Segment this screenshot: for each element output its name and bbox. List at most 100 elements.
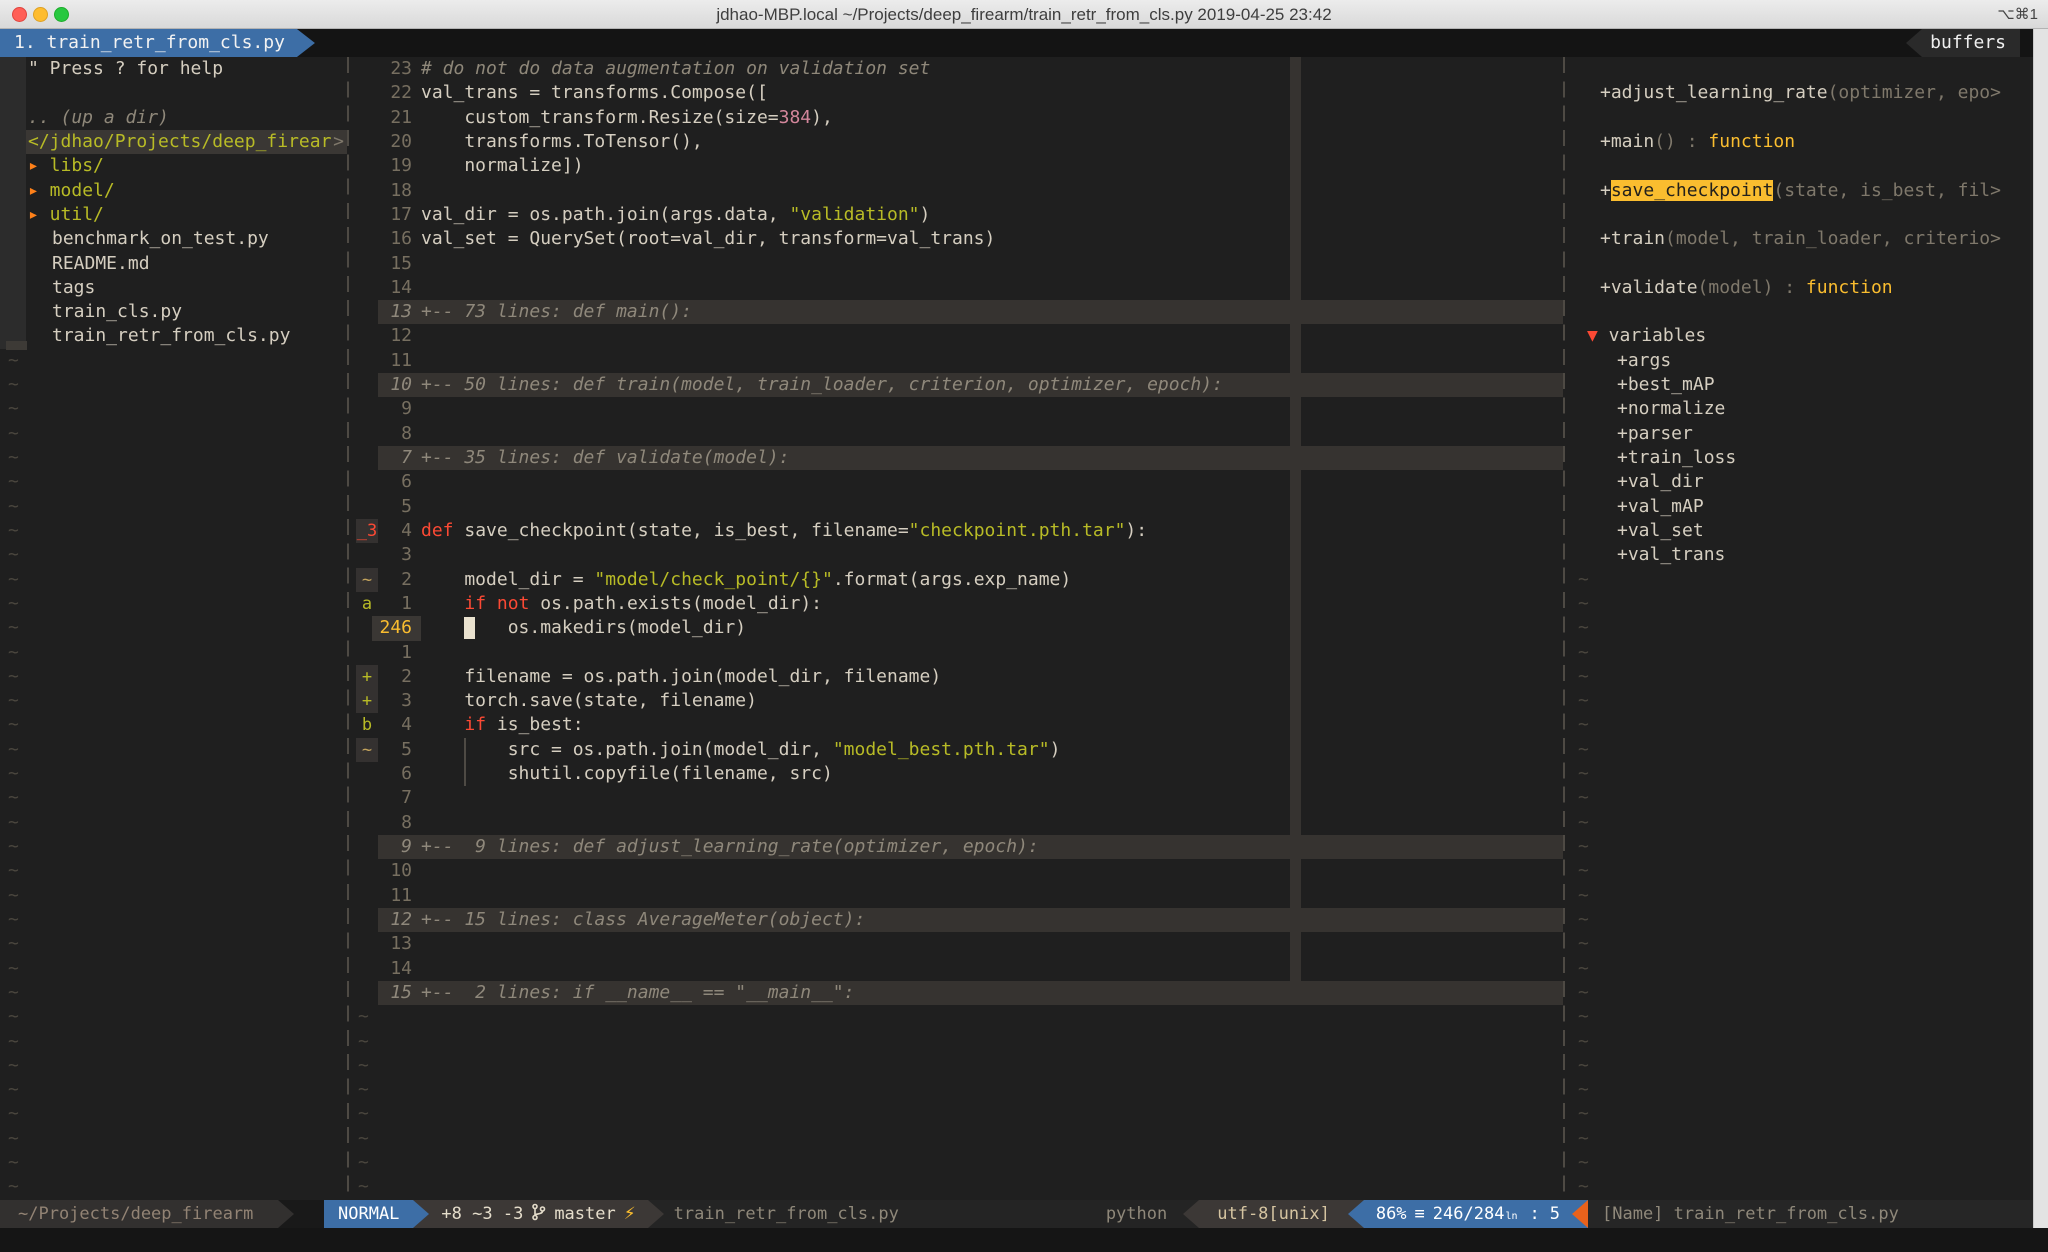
nerdtree-scrollbar[interactable] — [0, 57, 26, 349]
tagbar-tag-item[interactable]: +val_trans — [1576, 543, 2033, 567]
window-separator-right[interactable] — [1563, 57, 1565, 1200]
code-line[interactable]: 1 — [356, 641, 1563, 665]
tree-file-item[interactable]: README.md — [0, 252, 347, 276]
empty-line-tilde: ~ — [1576, 835, 2033, 859]
code-line[interactable]: +3 torch.save(state, filename) — [356, 689, 1563, 713]
gutter-sign: ~ — [356, 738, 378, 762]
code-line[interactable]: 10 — [356, 859, 1563, 883]
empty-line-tilde: ~ — [0, 1175, 347, 1199]
folded-code-line[interactable]: 9+-- 9 lines: def adjust_learning_rate(o… — [356, 835, 1563, 859]
code-line[interactable]: _34def save_checkpoint(state, is_best, f… — [356, 519, 1563, 543]
line-number: 8 — [378, 811, 421, 835]
tagbar-tag-item[interactable]: +adjust_learning_rate(optimizer, epo> — [1576, 81, 2033, 105]
code-line[interactable]: 15 — [356, 252, 1563, 276]
statusline-position-segment: 86% ≡ 246/284 ln : 5 — [1364, 1200, 1572, 1228]
code-line[interactable]: 23# do not do data augmentation on valid… — [356, 57, 1563, 81]
code-line[interactable]: 3 — [356, 543, 1563, 567]
tree-file-item[interactable]: benchmark_on_test.py — [0, 227, 347, 251]
empty-line-tilde: ~ — [1576, 908, 2033, 932]
code-line[interactable]: 17val_dir = os.path.join(args.data, "val… — [356, 203, 1563, 227]
folded-code-line[interactable]: 10+-- 50 lines: def train(model, train_l… — [356, 373, 1563, 397]
code-line[interactable]: 13 — [356, 932, 1563, 956]
tagbar-section-header[interactable]: ▼ variables — [1576, 324, 2033, 348]
code-line[interactable]: 22val_trans = transforms.Compose([ — [356, 81, 1563, 105]
tagbar-tag-item[interactable]: +val_dir — [1576, 470, 2033, 494]
empty-line-tilde: ~ — [1576, 1030, 2033, 1054]
line-number: 15 — [378, 981, 421, 1005]
tagbar-tag-item[interactable]: +best_mAP — [1576, 373, 2033, 397]
tree-dir-item[interactable]: ▸ libs/ — [0, 154, 347, 178]
code-line[interactable]: 11 — [356, 884, 1563, 908]
window-shortcut-badge: ⌥⌘1 — [1997, 0, 2038, 29]
statusline-file-segment: train_retr_from_cls.py python utf-8[unix… — [664, 1200, 2033, 1228]
tagbar-tag-item[interactable]: +args — [1576, 349, 2033, 373]
folded-code-line[interactable]: 13+-- 73 lines: def main(): — [356, 300, 1563, 324]
tree-dir-item[interactable]: ▸ model/ — [0, 179, 347, 203]
column-number: 5 — [1550, 1200, 1560, 1228]
empty-line-tilde: ~ — [0, 519, 347, 543]
tagbar-tag-item[interactable]: +validate(model) : function — [1576, 276, 2033, 300]
empty-line-tilde: ~ — [0, 1127, 347, 1151]
code-line[interactable]: 6 shutil.copyfile(filename, src) — [356, 762, 1563, 786]
empty-line-tilde: ~ — [1576, 884, 2033, 908]
tree-file-item[interactable]: train_cls.py — [0, 300, 347, 324]
code-line[interactable]: 18 — [356, 179, 1563, 203]
code-line[interactable]: 8 — [356, 422, 1563, 446]
tagbar-blank-row — [1576, 203, 2033, 227]
code-line[interactable]: 21 custom_transform.Resize(size=384), — [356, 106, 1563, 130]
line-number: 2 — [378, 568, 421, 592]
code-line[interactable]: ~5 src = os.path.join(model_dir, "model_… — [356, 738, 1563, 762]
folded-code-line[interactable]: 7+-- 35 lines: def validate(model): — [356, 446, 1563, 470]
code-line[interactable]: 14 — [356, 276, 1563, 300]
tagbar-tag-item[interactable]: +train(model, train_loader, criterio> — [1576, 227, 2033, 251]
tagbar-tag-item[interactable]: +val_set — [1576, 519, 2033, 543]
command-line[interactable] — [0, 1228, 2048, 1252]
code-line[interactable]: 19 normalize]) — [356, 154, 1563, 178]
tagbar-tag-item[interactable]: +train_loss — [1576, 446, 2033, 470]
tab-train-retr-from-cls[interactable]: 1. train_retr_from_cls.py — [0, 29, 315, 57]
tree-dir-item[interactable]: ▸ util/ — [0, 203, 347, 227]
window-separator-left[interactable] — [347, 57, 349, 1200]
powerline-arrow-orange-icon — [1572, 1200, 1588, 1228]
empty-line-tilde: ~ — [0, 786, 347, 810]
folded-code-line[interactable]: 12+-- 15 lines: class AverageMeter(objec… — [356, 908, 1563, 932]
code-line[interactable]: 5 — [356, 495, 1563, 519]
tagbar-tag-item[interactable]: +parser — [1576, 422, 2033, 446]
tree-file-item[interactable]: train_retr_from_cls.py — [0, 324, 347, 348]
code-line[interactable]: +2 filename = os.path.join(model_dir, fi… — [356, 665, 1563, 689]
buffers-switcher[interactable]: buffers — [1906, 29, 2020, 57]
code-line[interactable]: 246 os.makedirs(model_dir) — [356, 616, 1563, 640]
code-line[interactable]: ~2 model_dir = "model/check_point/{}".fo… — [356, 568, 1563, 592]
code-line[interactable]: 9 — [356, 397, 1563, 421]
code-line[interactable]: 16val_set = QuerySet(root=val_dir, trans… — [356, 227, 1563, 251]
empty-line-tilde: ~ — [1576, 1005, 2033, 1029]
tagbar-tag-item[interactable]: +val_mAP — [1576, 495, 2033, 519]
code-line[interactable]: a1 if not os.path.exists(model_dir): — [356, 592, 1563, 616]
line-number: 1 — [378, 641, 421, 665]
code-line[interactable]: 12 — [356, 324, 1563, 348]
code-editor[interactable]: 23# do not do data augmentation on valid… — [356, 57, 1563, 1200]
line-number: 3 — [378, 689, 421, 713]
code-line[interactable]: 14 — [356, 957, 1563, 981]
editor-scrollbar[interactable] — [2033, 29, 2048, 1252]
tagbar-tag-item[interactable]: +normalize — [1576, 397, 2033, 421]
titlebar[interactable]: jdhao-MBP.local ~/Projects/deep_firearm/… — [0, 0, 2048, 29]
code-line[interactable]: 8 — [356, 811, 1563, 835]
folded-code-line[interactable]: 15+-- 2 lines: if __name__ == "__main__"… — [356, 981, 1563, 1005]
tree-root-item[interactable]: </jdhao/Projects/deep_firear> — [0, 130, 347, 154]
line-number: 17 — [378, 203, 421, 227]
tagbar-tag-item[interactable]: +main() : function — [1576, 130, 2033, 154]
git-branch-name: master — [554, 1204, 615, 1224]
code-line[interactable]: 7 — [356, 786, 1563, 810]
code-line[interactable]: 6 — [356, 470, 1563, 494]
code-line[interactable]: 20 transforms.ToTensor(), — [356, 130, 1563, 154]
empty-line-tilde: ~ — [0, 568, 347, 592]
powerline-arrow-icon — [648, 1200, 664, 1228]
empty-line-tilde: ~ — [356, 1175, 1563, 1199]
tagbar-blank-row — [1576, 57, 2033, 81]
code-line[interactable]: 11 — [356, 349, 1563, 373]
tree-file-item[interactable]: tags — [0, 276, 347, 300]
line-number: 13 — [378, 932, 421, 956]
tagbar-tag-item[interactable]: +save_checkpoint(state, is_best, fil> — [1576, 179, 2033, 203]
code-line[interactable]: b4 if is_best: — [356, 713, 1563, 737]
